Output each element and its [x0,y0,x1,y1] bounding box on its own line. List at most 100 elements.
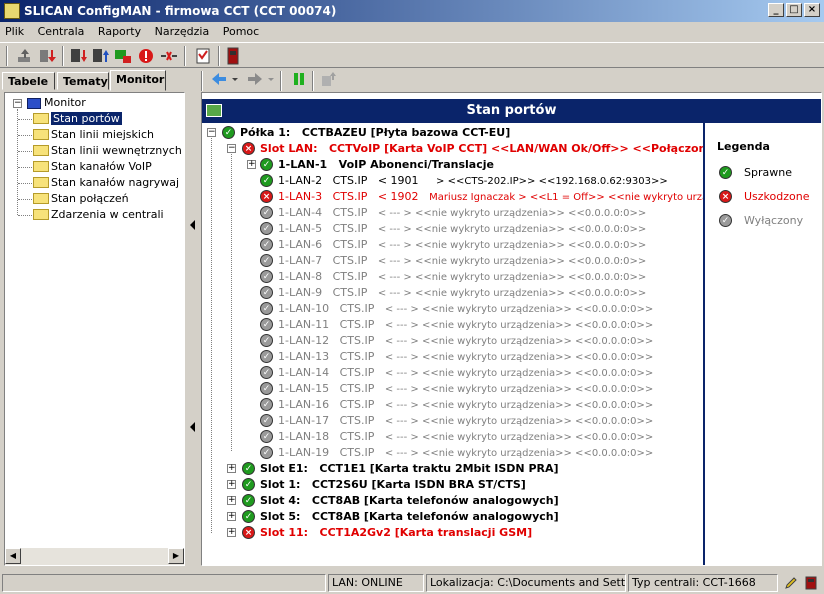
slot-e1-row[interactable]: ✓ Slot E1: CCT1E1 [Karta traktu 2Mbit ISD… [242,461,559,477]
lan-off-row[interactable]: ✓ 1-LAN-5 CTS.IP < --- > <<nie wykryto ur… [260,221,646,237]
pencil-icon[interactable] [784,576,798,590]
lan-off-row[interactable]: ✓ 1-LAN-15 CTS.IP < --- > <<nie wykryto u… [260,381,653,397]
status-ok-icon: ✓ [719,165,732,179]
lan-off-row[interactable]: ✓ 1-LAN-8 CTS.IP < --- > <<nie wykryto ur… [260,269,646,285]
lan-off-row[interactable]: ✓ 1-LAN-7 CTS.IP < --- > <<nie wykryto ur… [260,253,646,269]
lan-off-row[interactable]: ✓ 1-LAN-19 CTS.IP < --- > <<nie wykryto u… [260,445,653,461]
port-status-panel: Stan portów − ✓ Półka 1: CCTBAZEU [Płyta … [201,92,822,566]
panel-splitter[interactable] [187,92,199,566]
menu-plik[interactable]: Plik [0,22,29,38]
slot-1-row[interactable]: ✓ Slot 1: CCT2S6U [Karta ISDN BRA ST/CTS] [242,477,526,493]
monitor-toolbar [200,68,824,92]
lan-off-row[interactable]: ✓ 1-LAN-13 CTS.IP < --- > <<nie wykryto u… [260,349,653,365]
status-off-icon: ✓ [260,381,273,395]
status-off-icon: ✓ [260,349,273,363]
slot-1-expand-toggle[interactable]: + [227,480,236,489]
status-off-icon: ✓ [260,221,273,235]
device-icon[interactable] [804,576,818,590]
lan3-row[interactable]: × 1-LAN-3 CTS.IP < 1902 Mariusz Ignaczak … [260,189,703,205]
status-off-icon: ✓ [260,269,273,283]
slot-4-expand-toggle[interactable]: + [227,496,236,505]
monitor-collapse-toggle[interactable]: − [13,99,22,108]
slot-e1-expand-toggle[interactable]: + [227,464,236,473]
menu-pomoc[interactable]: Pomoc [218,22,264,38]
upload-icon[interactable] [16,47,34,65]
checklist-icon[interactable] [194,47,212,65]
scroll-left-button[interactable]: ◀ [5,548,21,564]
lan-off-row[interactable]: ✓ 1-LAN-18 CTS.IP < --- > <<nie wykryto u… [260,429,653,445]
stop-icon[interactable] [137,47,155,65]
lan-off-row[interactable]: ✓ 1-LAN-12 CTS.IP < --- > <<nie wykryto u… [260,333,653,349]
status-lan: LAN: ONLINE [328,574,424,592]
menu-centrala[interactable]: Centrala [33,22,90,38]
slot-11-expand-toggle[interactable]: + [227,528,236,537]
tab-tabele[interactable]: Tabele [2,72,55,90]
forward-arrow-icon[interactable] [246,70,264,88]
status-error-icon: × [260,189,273,203]
tree-item-stan-polaczen[interactable]: Stan połączeń [33,191,129,207]
status-ok-icon: ✓ [242,461,255,475]
close-button[interactable]: × [804,3,820,17]
write-config-icon[interactable] [92,47,110,65]
menu-narzedzia[interactable]: Narzędzia [150,22,215,38]
tree-item-zdarzenia-w-centrali[interactable]: Zdarzenia w centrali [33,207,164,223]
back-arrow-icon[interactable] [210,70,228,88]
collapse-arrow-icon[interactable] [190,220,196,230]
download-icon[interactable] [38,47,56,65]
legend-error: × Uszkodzone [719,189,810,205]
forward-dropdown-icon[interactable] [266,70,276,88]
connect-icon[interactable] [114,47,132,65]
tree-root-monitor[interactable]: Monitor [27,95,86,111]
lan-off-row[interactable]: ✓ 1-LAN-14 CTS.IP < --- > <<nie wykryto u… [260,365,653,381]
tree-item-stan-portow[interactable]: Stan portów [33,111,122,127]
slot-lan-collapse-toggle[interactable]: − [227,144,236,153]
tree-item-stan-linii-miejskich[interactable]: Stan linii miejskich [33,127,154,143]
status-error-icon: × [242,525,255,539]
shelf-collapse-toggle[interactable]: − [207,128,216,137]
read-config-icon[interactable] [70,47,88,65]
lan-off-row[interactable]: ✓ 1-LAN-10 CTS.IP < --- > <<nie wykryto u… [260,301,653,317]
shelf-row[interactable]: ✓ Półka 1: CCTBAZEU [Płyta bazowa CCT-EU] [222,125,510,141]
slot-5-row[interactable]: ✓ Slot 5: CCT8AB [Karta telefonów analogo… [242,509,559,525]
exit-icon[interactable] [224,47,242,65]
lan-off-row[interactable]: ✓ 1-LAN-9 CTS.IP < --- > <<nie wykryto ur… [260,285,646,301]
left-horizontal-scrollbar[interactable]: ◀ ▶ [5,548,184,565]
slot-5-expand-toggle[interactable]: + [227,512,236,521]
status-error-icon: × [242,141,255,155]
back-dropdown-icon[interactable] [230,70,240,88]
lan-off-row[interactable]: ✓ 1-LAN-6 CTS.IP < --- > <<nie wykryto ur… [260,237,646,253]
tab-tematy[interactable]: Tematy [57,72,109,90]
lan1-row[interactable]: ✓ 1-LAN-1 VoIP Abonenci/Translacje [260,157,494,173]
status-location: Lokalizacja: C:\Documents and Settings\A [426,574,626,592]
slot-11-row[interactable]: × Slot 11: CCT1A2Gv2 [Karta translacji GS… [242,525,532,541]
status-off-icon: ✓ [260,237,273,251]
scroll-right-button[interactable]: ▶ [168,548,184,564]
lan1-expand-toggle[interactable]: + [247,160,256,169]
lan-off-row[interactable]: ✓ 1-LAN-4 CTS.IP < --- > <<nie wykryto ur… [260,205,646,221]
maximize-button[interactable]: □ [786,3,802,17]
main-toolbar [0,42,824,68]
tab-monitor[interactable]: Monitor [110,70,166,91]
tree-item-stan-kanalow-voip[interactable]: Stan kanałów VoIP [33,159,152,175]
export-icon[interactable] [320,70,338,88]
menu-raporty[interactable]: Raporty [93,22,146,38]
status-ok-icon: ✓ [260,173,273,187]
disconnect-icon[interactable] [160,47,178,65]
status-bar: LAN: ONLINE Lokalizacja: C:\Documents an… [0,572,824,594]
status-off-icon: ✓ [260,445,273,459]
tree-item-stan-linii-wewnetrznych[interactable]: Stan linii wewnętrznych [33,143,182,159]
slot-4-row[interactable]: ✓ Slot 4: CCT8AB [Karta telefonów analogo… [242,493,559,509]
collapse-arrow-icon[interactable] [190,422,196,432]
panel-header: Stan portów [202,99,821,123]
minimize-button[interactable]: _ [768,3,784,17]
pause-icon[interactable] [290,70,308,88]
lan-off-row[interactable]: ✓ 1-LAN-11 CTS.IP < --- > <<nie wykryto u… [260,317,653,333]
lan-off-row[interactable]: ✓ 1-LAN-17 CTS.IP < --- > <<nie wykryto u… [260,413,653,429]
folder-icon [33,208,49,220]
lan-off-row[interactable]: ✓ 1-LAN-16 CTS.IP < --- > <<nie wykryto u… [260,397,653,413]
status-off-icon: ✓ [260,333,273,347]
legend: Legenda ✓ Sprawne × Uszkodzone ✓ Wyłączo… [707,123,821,565]
lan2-row[interactable]: ✓ 1-LAN-2 CTS.IP < 1901 > <<CTS-202.IP>> … [260,173,668,189]
tree-item-stan-kanalow-nagrywaj[interactable]: Stan kanałów nagrywaj [33,175,179,191]
slot-lan-row[interactable]: × Slot LAN: CCTVoIP [Karta VoIP CCT] <<LA… [242,141,703,157]
